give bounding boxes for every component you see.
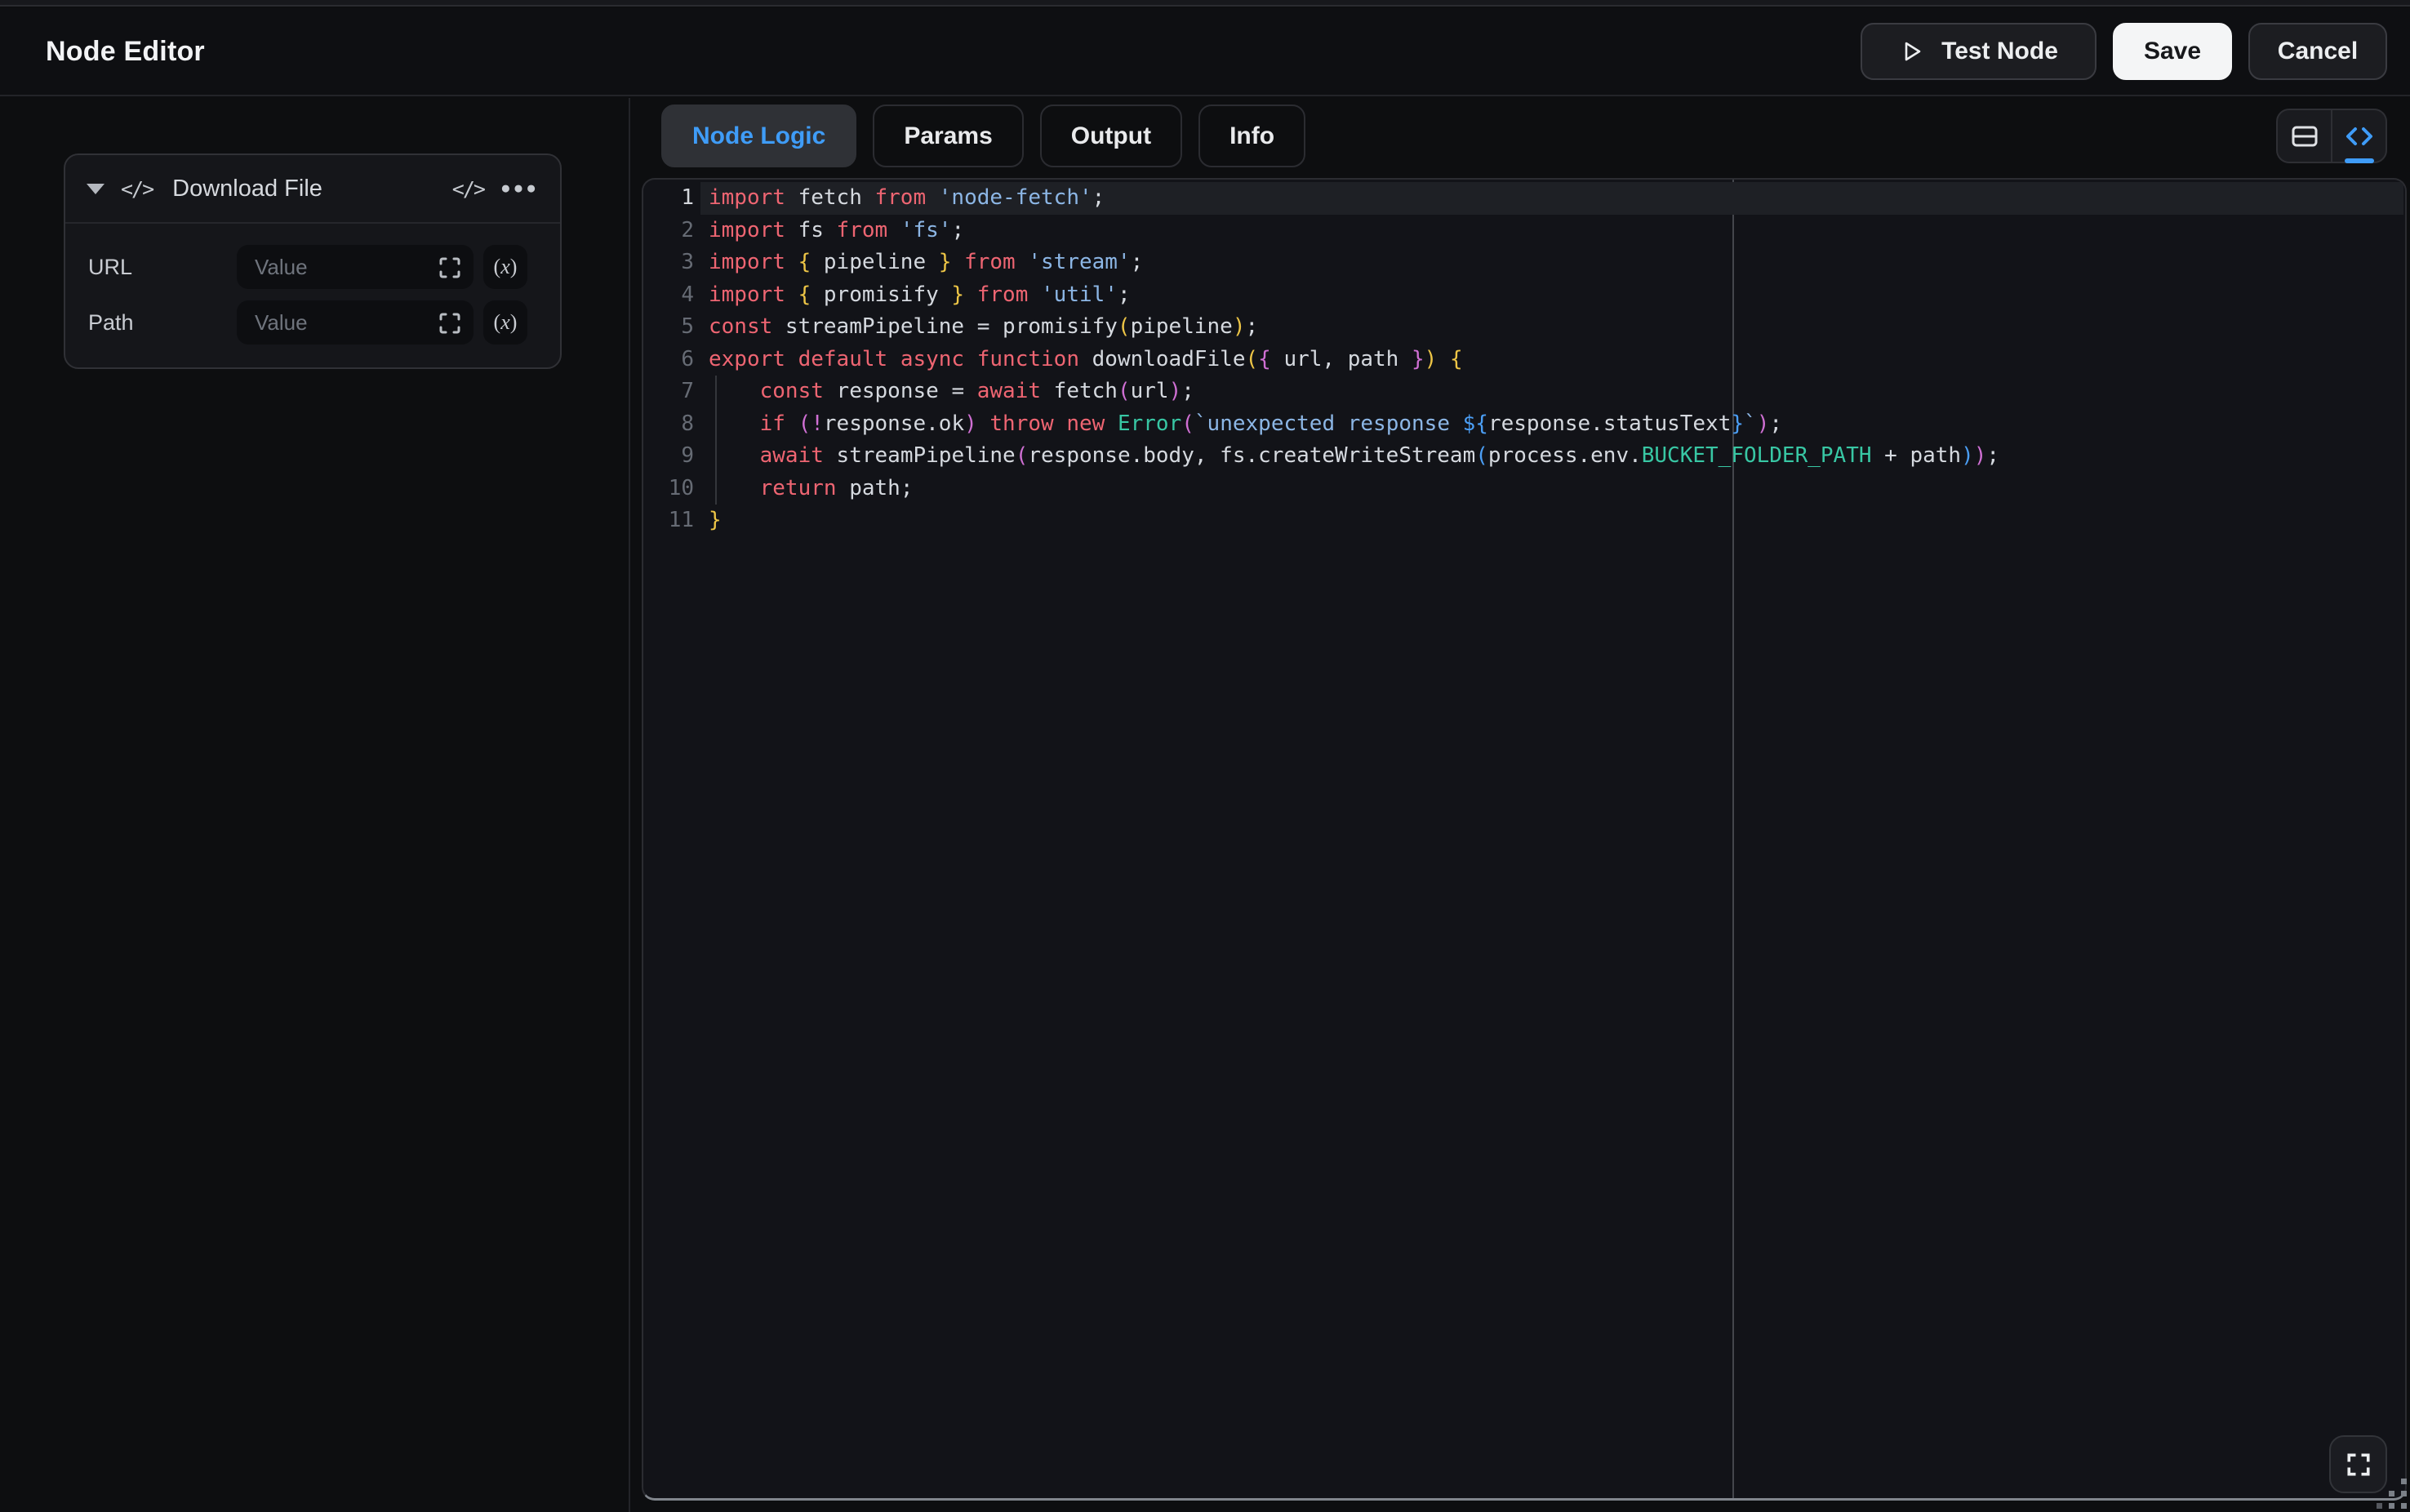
node-card-body: URL (x) Path [65, 224, 560, 367]
code-text: import { promisify } from 'util'; [709, 282, 1131, 307]
tabs-row: Node Logic Params Output Info [661, 105, 1306, 167]
test-node-label: Test Node [1941, 38, 2058, 64]
code-line[interactable]: 3 import { pipeline } from 'stream'; [643, 247, 2405, 279]
code-text: const streamPipeline = promisify(pipelin… [709, 314, 1259, 339]
line-number: 7 [681, 379, 694, 403]
node-card-header: </> Download File </> ●●● [65, 155, 560, 224]
code-line[interactable]: 1 import fetch from 'node-fetch'; [643, 182, 2405, 215]
line-number: 1 [681, 185, 694, 210]
save-button[interactable]: Save [2113, 23, 2232, 80]
code-line[interactable]: 8 if (!response.ok) throw new Error(`une… [643, 408, 2405, 441]
code-text: if (!response.ok) throw new Error(`unexp… [759, 411, 1782, 436]
edit-code-icon[interactable]: </> [452, 177, 486, 201]
code-line[interactable]: 9 await streamPipeline(response.body, fs… [643, 440, 2405, 473]
line-number: 5 [681, 314, 694, 339]
cancel-button[interactable]: Cancel [2248, 23, 2387, 80]
node-card: </> Download File </> ●●● URL Value (x … [64, 153, 562, 369]
field-row-path: Path (x) [85, 300, 542, 345]
url-field-label: URL [88, 254, 133, 279]
line-number: 10 [668, 475, 694, 500]
code-text: await streamPipeline(response.body, fs.c… [759, 443, 2000, 468]
code-text: return path; [759, 475, 914, 500]
code-text: import fetch from 'node-fetch'; [709, 185, 1105, 210]
top-bar: Node Editor Test Node Save Cancel [0, 8, 2410, 96]
code-view-option[interactable] [2331, 110, 2386, 163]
window-top-strip [0, 0, 2410, 7]
chevron-down-icon[interactable] [87, 183, 104, 194]
code-line[interactable]: 6 export default async function downloadF… [643, 344, 2405, 376]
code-line[interactable]: 11} [643, 505, 2405, 537]
top-bar-actions: Test Node Save Cancel [1861, 8, 2387, 95]
field-row-url: URL (x) [85, 245, 542, 289]
code-line[interactable]: 10 return path; [643, 473, 2405, 505]
play-icon [1899, 39, 1923, 64]
code-line[interactable]: 2 import fs from 'fs'; [643, 215, 2405, 247]
layout-rows-icon [2290, 123, 2319, 149]
node-card-title: Download File [172, 175, 322, 202]
fullscreen-icon [2346, 1452, 2372, 1478]
expand-icon[interactable] [438, 311, 462, 336]
ellipsis-icon[interactable]: ●●● [500, 179, 539, 198]
code-editor[interactable]: 1 import fetch from 'node-fetch'; 2 import … [642, 178, 2407, 1501]
main-panel: Node Logic Params Output Info 1 import f… [632, 98, 2410, 1512]
code-text: const response = await fetch(url); [759, 379, 1194, 403]
tab-node-logic[interactable]: Node Logic [661, 105, 857, 167]
line-number: 11 [668, 508, 694, 532]
tab-params[interactable]: Params [873, 105, 1024, 167]
test-node-button[interactable]: Test Node [1861, 23, 2097, 80]
code-icon [2344, 123, 2375, 149]
tab-info[interactable]: Info [1198, 105, 1306, 167]
line-number: 4 [681, 282, 694, 307]
code-text: import { pipeline } from 'stream'; [709, 250, 1144, 274]
expand-icon[interactable] [438, 256, 462, 280]
path-input-wrap [237, 300, 474, 345]
code-line[interactable]: 7 const response = await fetch(url); [643, 376, 2405, 408]
line-number: 9 [681, 443, 694, 468]
page-title: Node Editor [46, 35, 205, 67]
node-editor-app: Node Editor Test Node Save Cancel </> Do… [0, 0, 2410, 1512]
tab-output[interactable]: Output [1039, 105, 1183, 167]
line-number: 6 [681, 346, 694, 371]
variable-button[interactable]: (x) [483, 300, 527, 345]
left-panel: </> Download File </> ●●● URL Value (x … [0, 98, 630, 1512]
line-number: 3 [681, 250, 694, 274]
line-number: 8 [681, 411, 694, 436]
code-line[interactable]: 5 const streamPipeline = promisify(pipeli… [643, 311, 2405, 344]
line-number: 2 [681, 217, 694, 242]
code-icon: </> [121, 176, 154, 201]
resize-grip[interactable] [2371, 1473, 2408, 1510]
active-view-indicator [2344, 158, 2374, 163]
view-toggle [2276, 109, 2387, 163]
variable-button[interactable]: (x) [483, 245, 527, 289]
code-text: } [709, 508, 722, 532]
code-lines[interactable]: 1 import fetch from 'node-fetch'; 2 import … [643, 180, 2405, 537]
code-text: export default async function downloadFi… [709, 346, 1463, 371]
path-field-label: Path [88, 309, 134, 335]
layout-rows-view-option[interactable] [2278, 110, 2331, 162]
url-input-wrap [237, 245, 474, 289]
code-text: import fs from 'fs'; [709, 217, 965, 242]
code-line[interactable]: 4 import { promisify } from 'util'; [643, 279, 2405, 312]
